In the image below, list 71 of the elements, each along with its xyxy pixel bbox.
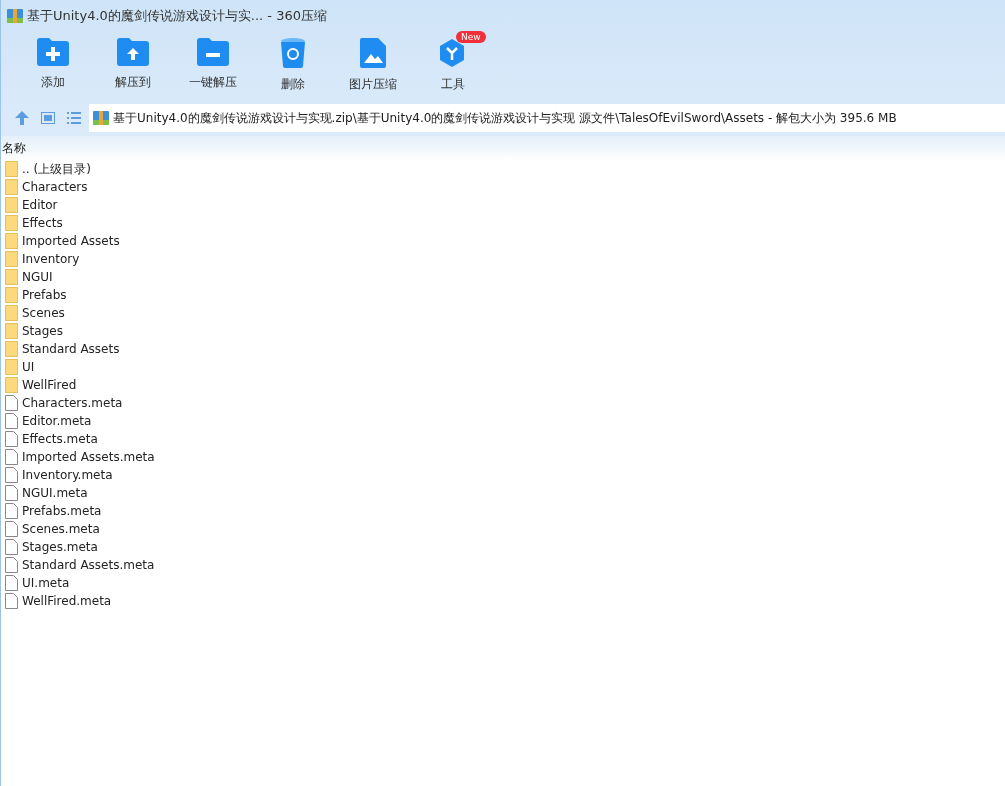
list-icon [67,112,81,124]
file-icon [5,431,18,447]
archive-path: 基于Unity4.0的魔剑传说游戏设计与实现.zip\基于Unity4.0的魔剑传说游戏设计与实现 源文件\TalesOfEvilSword\Assets - 解包大小为 395.6 MB [113,109,897,127]
archive-icon [93,111,109,125]
folder-icon [5,287,18,303]
file-icon [5,503,18,519]
file-name[interactable]: Inventory [22,252,80,266]
file-name[interactable]: Inventory.meta [22,468,113,482]
folder-icon [5,179,18,195]
file-name[interactable]: Prefabs [22,288,67,302]
toolbar-button[interactable]: 删除 [253,32,333,100]
archive-icon [7,9,23,23]
file-name[interactable]: .. (上级目录) [22,160,91,178]
file-name[interactable]: WellFired [22,378,77,392]
file-name[interactable]: Characters [22,180,88,194]
file-icon [5,413,18,429]
folder-icon [5,269,18,285]
file-name[interactable]: UI.meta [22,576,70,590]
file-icon [5,539,18,555]
file-name[interactable]: NGUI.meta [22,486,88,500]
file-name[interactable]: Standard Assets.meta [22,558,155,572]
file-name[interactable]: Editor [22,198,58,212]
recycle-bin-icon [280,38,306,68]
file-name[interactable]: Scenes.meta [22,522,100,536]
folder-icon [5,341,18,357]
file-icon [5,449,18,465]
folder-icon [5,305,18,321]
toolbar-button[interactable]: New 工具 [413,32,493,100]
folder-plus-icon [37,38,69,66]
file-icon [5,395,18,411]
folder-icon [5,377,18,393]
new-badge: New [456,31,486,43]
toolbar-button[interactable]: 图片压缩 [333,32,413,100]
address-bar[interactable]: 基于Unity4.0的魔剑传说游戏设计与实现.zip\基于Unity4.0的魔剑传说游戏设计与实现 源文件\TalesOfEvilSword\Assets - 解包大小为 395.6 MB [89,104,1005,132]
toolbar-button[interactable]: 解压到 [93,32,173,100]
file-name[interactable]: Characters.meta [22,396,123,410]
file-name[interactable]: Stages.meta [22,540,98,554]
folder-minus-icon [197,38,229,66]
file-name[interactable]: Stages [22,324,63,338]
file-name[interactable]: Effects [22,216,63,230]
folder-icon [5,161,18,177]
file-name[interactable]: UI [22,360,35,374]
folder-icon [5,359,18,375]
file-icon [5,575,18,591]
file-name[interactable]: WellFired.meta [22,594,112,608]
window-title: 基于Unity4.0的魔剑传说游戏设计与实... - 360压缩 [27,7,327,25]
file-name[interactable]: Imported Assets.meta [22,450,155,464]
up-arrow-icon [15,111,29,125]
file-name[interactable]: Effects.meta [22,432,98,446]
file-name[interactable]: Imported Assets [22,234,120,248]
toolbar-button[interactable]: 一键解压 [173,32,253,100]
file-icon [5,467,18,483]
file-name[interactable]: Standard Assets [22,342,120,356]
column-title[interactable]: 名称 [1,139,26,157]
file-icon [5,557,18,573]
file-icon [5,593,18,609]
file-icon [5,485,18,501]
file-name[interactable]: Editor.meta [22,414,92,428]
folder-icon [5,323,18,339]
toolbar-button[interactable]: 添加 [13,32,93,100]
file-name[interactable]: Scenes [22,306,65,320]
file-name[interactable]: NGUI [22,270,53,284]
file-name[interactable]: Prefabs.meta [22,504,102,518]
window-icon [41,112,55,124]
folder-icon [5,215,18,231]
folder-icon [5,251,18,267]
image-file-icon [360,38,386,68]
folder-icon [5,233,18,249]
folder-upload-icon [117,38,149,66]
file-icon [5,521,18,537]
folder-icon [5,197,18,213]
